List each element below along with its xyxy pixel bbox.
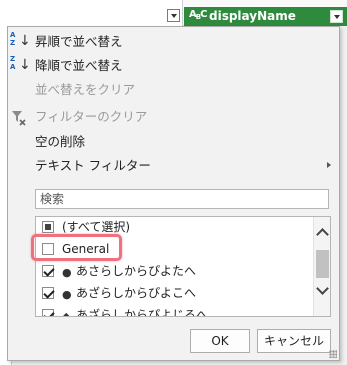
text-filter-item[interactable]: テキスト フィルター [8,154,339,178]
clear-filter-icon [11,110,27,126]
value-checkbox[interactable] [42,309,54,316]
sort-ascending-item[interactable]: A Z ↓ 昇順で並べ替え [8,30,339,54]
ok-button[interactable]: OK [190,329,250,353]
sort-ascending-label: 昇順で並べ替え [35,34,123,49]
column-header-strip: ABC displayName [0,0,347,26]
list-item-label: あざらしからぴよこへ [76,286,197,300]
search-placeholder: 検索 [40,192,65,206]
emoji-icon: ● [62,288,72,301]
column-filter-dropdown-icon[interactable] [330,10,343,23]
list-item[interactable]: ● あさらしからぴよたへ [36,260,314,282]
list-item[interactable]: ◆ あざらしからぴよじろへ [36,304,314,317]
sort-descending-item[interactable]: Z A ↓ 降順で並べ替え [8,54,339,78]
text-type-icon[interactable]: ABC [189,9,207,21]
filter-dropdown-panel: A Z ↓ 昇順で並べ替え Z A ↓ 降順で並べ替え 並べ替えをクリア フィルターのク… [7,26,340,361]
resize-grip-icon[interactable] [329,350,337,358]
remove-empty-label: 空の削除 [35,134,86,149]
remove-empty-item[interactable]: 空の削除 [8,130,339,154]
submenu-arrow-icon [327,162,331,168]
filter-values-list: (すべて選択) General ● あさらしからぴよたへ ● あざらしからぴよこ… [35,216,331,317]
clear-filter-item[interactable]: フィルターのクリア [8,105,339,129]
list-item[interactable]: ● あざらしからぴよこへ [36,282,314,304]
scroll-down-icon[interactable] [316,282,329,295]
value-checkbox[interactable] [42,265,54,277]
emoji-icon: ◆ [62,310,71,317]
search-input[interactable]: 検索 [35,189,329,209]
clear-sort-item[interactable]: 並べ替えをクリア [8,78,339,102]
scroll-up-icon[interactable] [316,228,329,241]
clear-filter-label: フィルターのクリア [35,109,148,124]
highlight-annotation [31,234,122,261]
list-item-label: あさらしからぴよたへ [76,264,197,278]
cancel-button[interactable]: キャンセル [257,329,331,353]
sort-ascending-icon: A Z ↓ [10,31,31,49]
sort-descending-label: 降順で並べ替え [35,58,123,73]
text-filter-label: テキスト フィルター [35,158,151,173]
value-checkbox[interactable] [42,287,54,299]
previous-column-dropdown-icon[interactable] [167,9,180,22]
list-scrollbar[interactable] [313,217,330,316]
column-name: displayName [209,9,296,23]
previous-column-header[interactable] [0,0,183,26]
emoji-icon: ● [62,266,72,279]
clear-sort-label: 並べ替えをクリア [35,82,136,97]
sort-descending-icon: Z A ↓ [10,55,31,73]
list-item-label: あざらしからぴよじろへ [76,308,209,317]
scrollbar-thumb[interactable] [316,250,329,278]
select-all-checkbox[interactable] [42,221,54,233]
column-header-displayname[interactable]: ABC displayName [184,7,347,26]
